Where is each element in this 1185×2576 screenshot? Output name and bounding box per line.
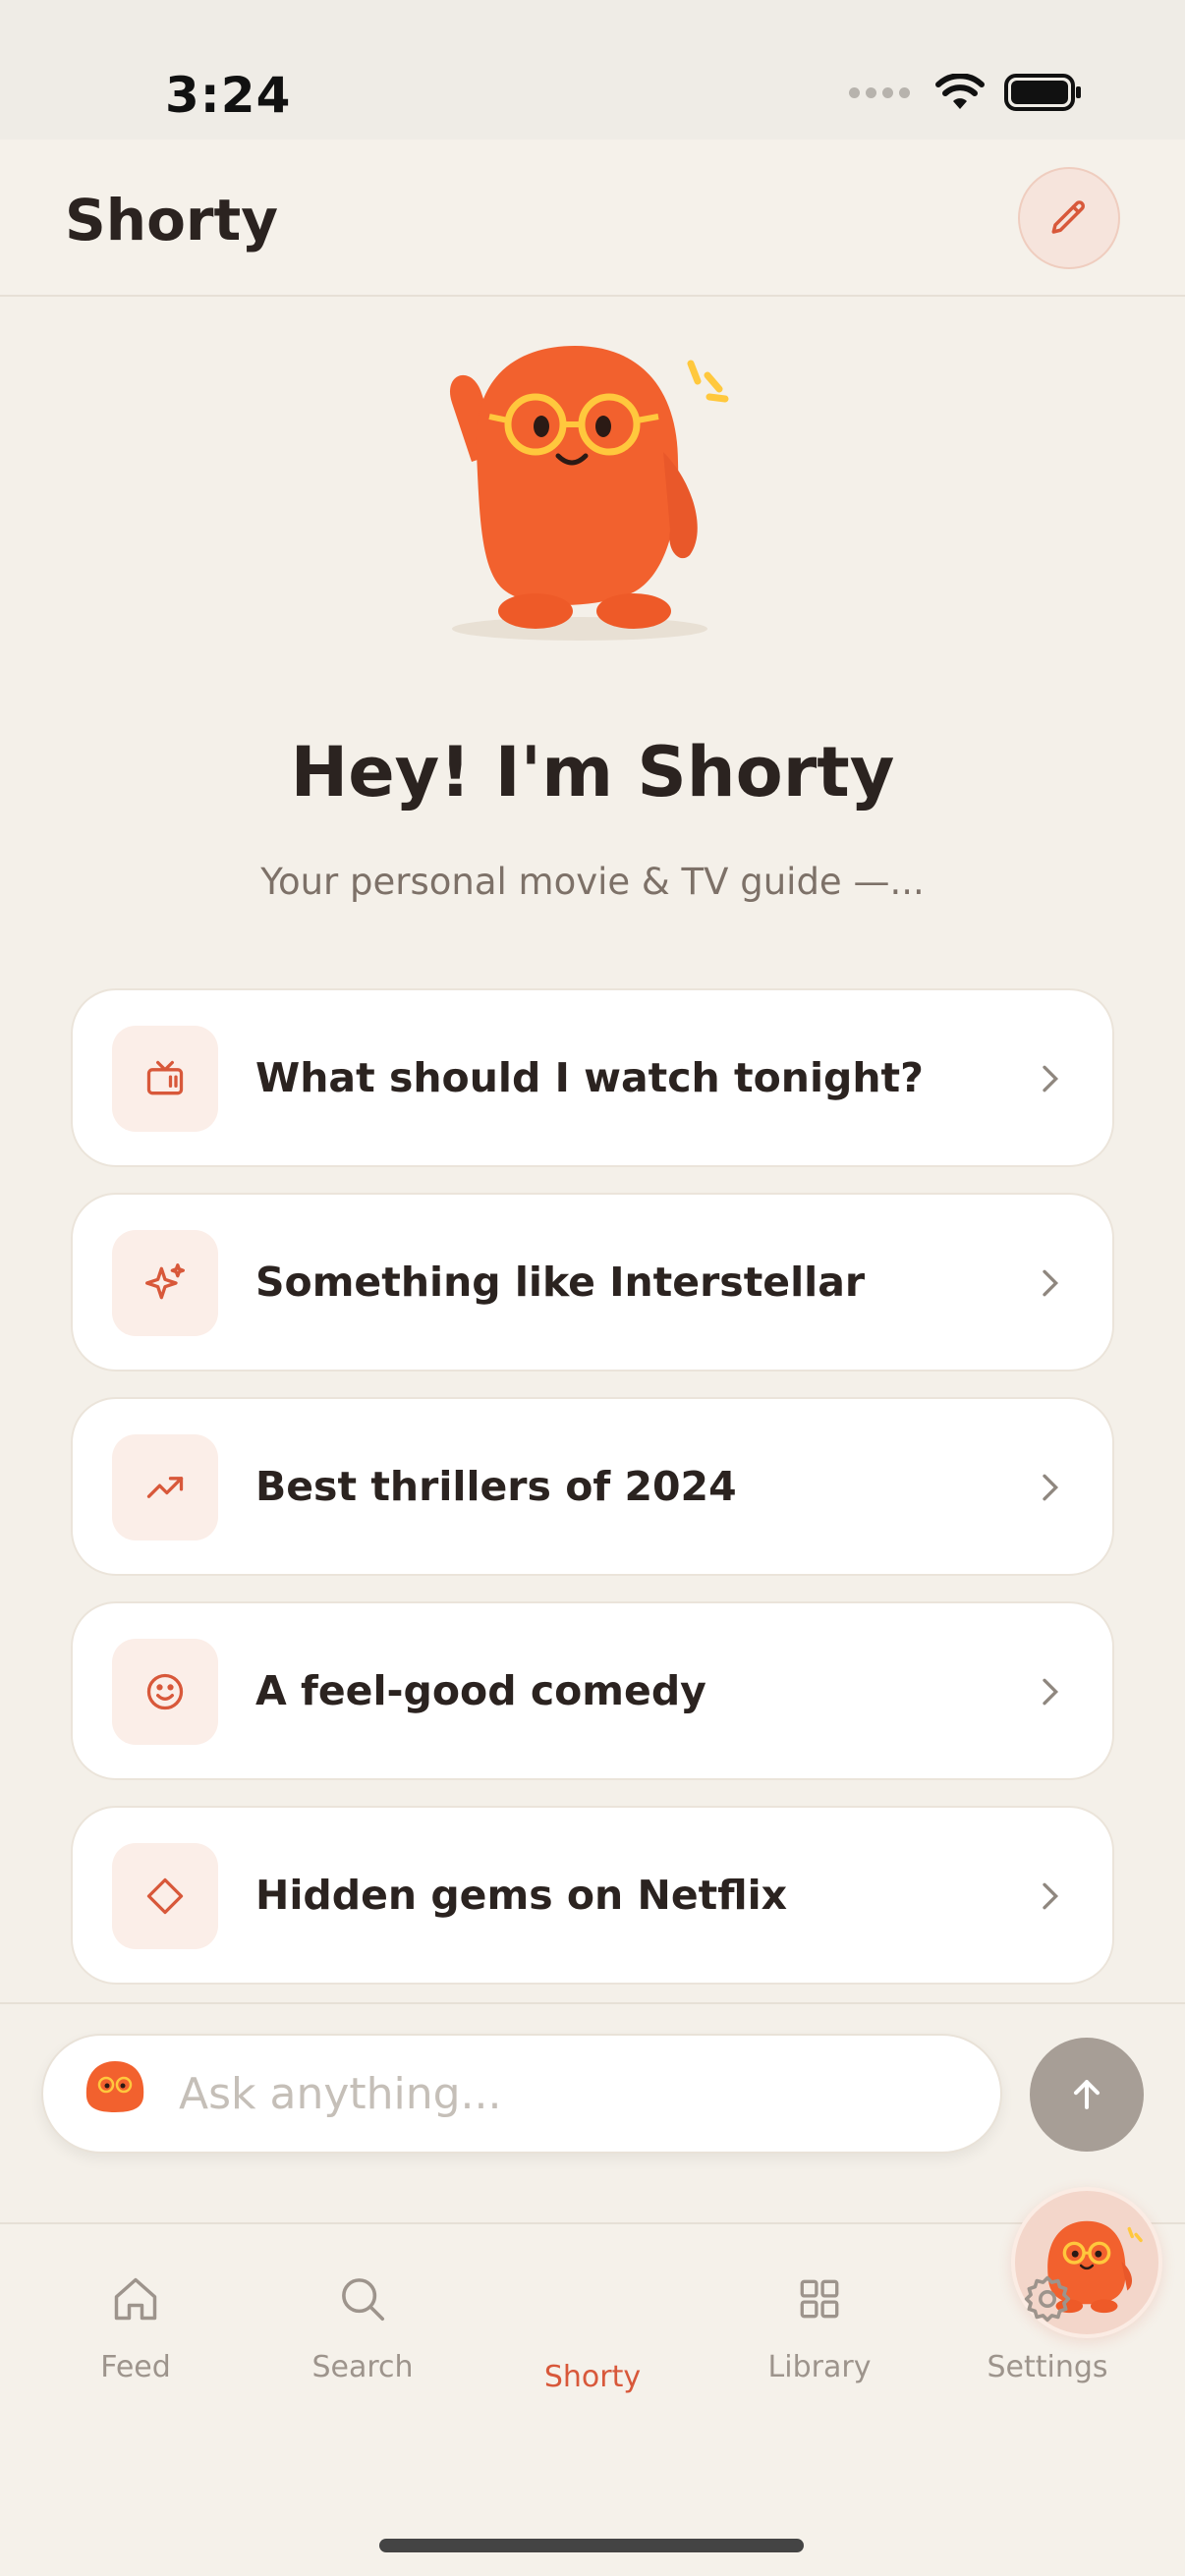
arrow-up-icon (1073, 2080, 1100, 2109)
suggestion-label: Best thrillers of 2024 (255, 1463, 737, 1510)
tab-settings[interactable]: Settings (949, 2224, 1146, 2384)
tab-label: Feed (100, 2350, 171, 2384)
hero-subtitle: Your personal movie & TV guide —... (260, 861, 925, 903)
status-time: 3:24 (165, 67, 292, 124)
chevron-right-icon (1043, 1065, 1059, 1092)
chevron-right-icon (1043, 1678, 1059, 1706)
home-icon (114, 2277, 157, 2321)
suggestion-feel-good-comedy[interactable]: A feel-good comedy (71, 1601, 1114, 1780)
tab-bar: Feed Search Shorty Library Settings (0, 2187, 1185, 2576)
grid-icon (800, 2279, 839, 2319)
suggestion-watch-tonight[interactable]: What should I watch tonight? (71, 988, 1114, 1167)
ask-input-placeholder: Ask anything... (179, 2068, 502, 2119)
chevron-right-icon (1043, 1882, 1059, 1910)
suggestion-label: What should I watch tonight? (255, 1054, 924, 1101)
trending-up-icon (146, 1477, 184, 1498)
divider (0, 2002, 1185, 2004)
wifi-icon (935, 74, 985, 109)
shorty-avatar-icon (85, 2061, 144, 2112)
status-icons (849, 73, 1083, 112)
hero-title: Hey! I'm Shorty (290, 732, 895, 812)
ask-input[interactable]: Ask anything... (41, 2034, 1002, 2154)
chevron-right-icon (1043, 1269, 1059, 1297)
battery-icon (1004, 74, 1081, 111)
gem-icon (146, 1877, 184, 1915)
suggestion-icon-box (112, 1230, 218, 1336)
suggestion-label: Something like Interstellar (255, 1259, 866, 1306)
tab-shorty[interactable]: Shorty (494, 2187, 1162, 2394)
tab-label: Search (311, 2350, 414, 2384)
suggestion-icon-box (112, 1026, 218, 1132)
pencil-icon (1051, 200, 1085, 234)
chevron-right-icon (1043, 1474, 1059, 1501)
sparkles-icon (145, 1263, 185, 1300)
app-header: Shorty (0, 140, 1185, 297)
edit-button[interactable] (1018, 167, 1120, 269)
tab-label: Settings (987, 2350, 1108, 2384)
cellular-signal-icon (849, 86, 910, 98)
suggestion-icon-box (112, 1639, 218, 1745)
tab-search[interactable]: Search (264, 2224, 461, 2384)
suggestion-label: Hidden gems on Netflix (255, 1872, 788, 1919)
suggestion-list: What should I watch tonight? Something l… (71, 988, 1114, 2010)
suggestion-like-interstellar[interactable]: Something like Interstellar (71, 1193, 1114, 1372)
gear-icon (1024, 2275, 1071, 2323)
suggestion-icon-box (112, 1434, 218, 1540)
tab-label: Library (767, 2350, 872, 2384)
smile-icon (146, 1673, 184, 1710)
suggestion-label: A feel-good comedy (255, 1667, 706, 1714)
suggestion-icon-box (112, 1843, 218, 1949)
suggestion-hidden-gems[interactable]: Hidden gems on Netflix (71, 1806, 1114, 1985)
shorty-mascot-illustration (449, 346, 729, 641)
suggestion-best-thrillers[interactable]: Best thrillers of 2024 (71, 1397, 1114, 1576)
tab-library[interactable]: Library (721, 2224, 918, 2384)
tv-icon (146, 1060, 184, 1095)
home-indicator (379, 2539, 804, 2552)
tab-label-active: Shorty (543, 2360, 642, 2394)
status-bar: 3:24 (0, 0, 1185, 140)
search-icon (342, 2278, 385, 2322)
page-title: Shorty (65, 187, 279, 253)
send-button[interactable] (1030, 2038, 1144, 2152)
tab-feed[interactable]: Feed (37, 2224, 234, 2384)
